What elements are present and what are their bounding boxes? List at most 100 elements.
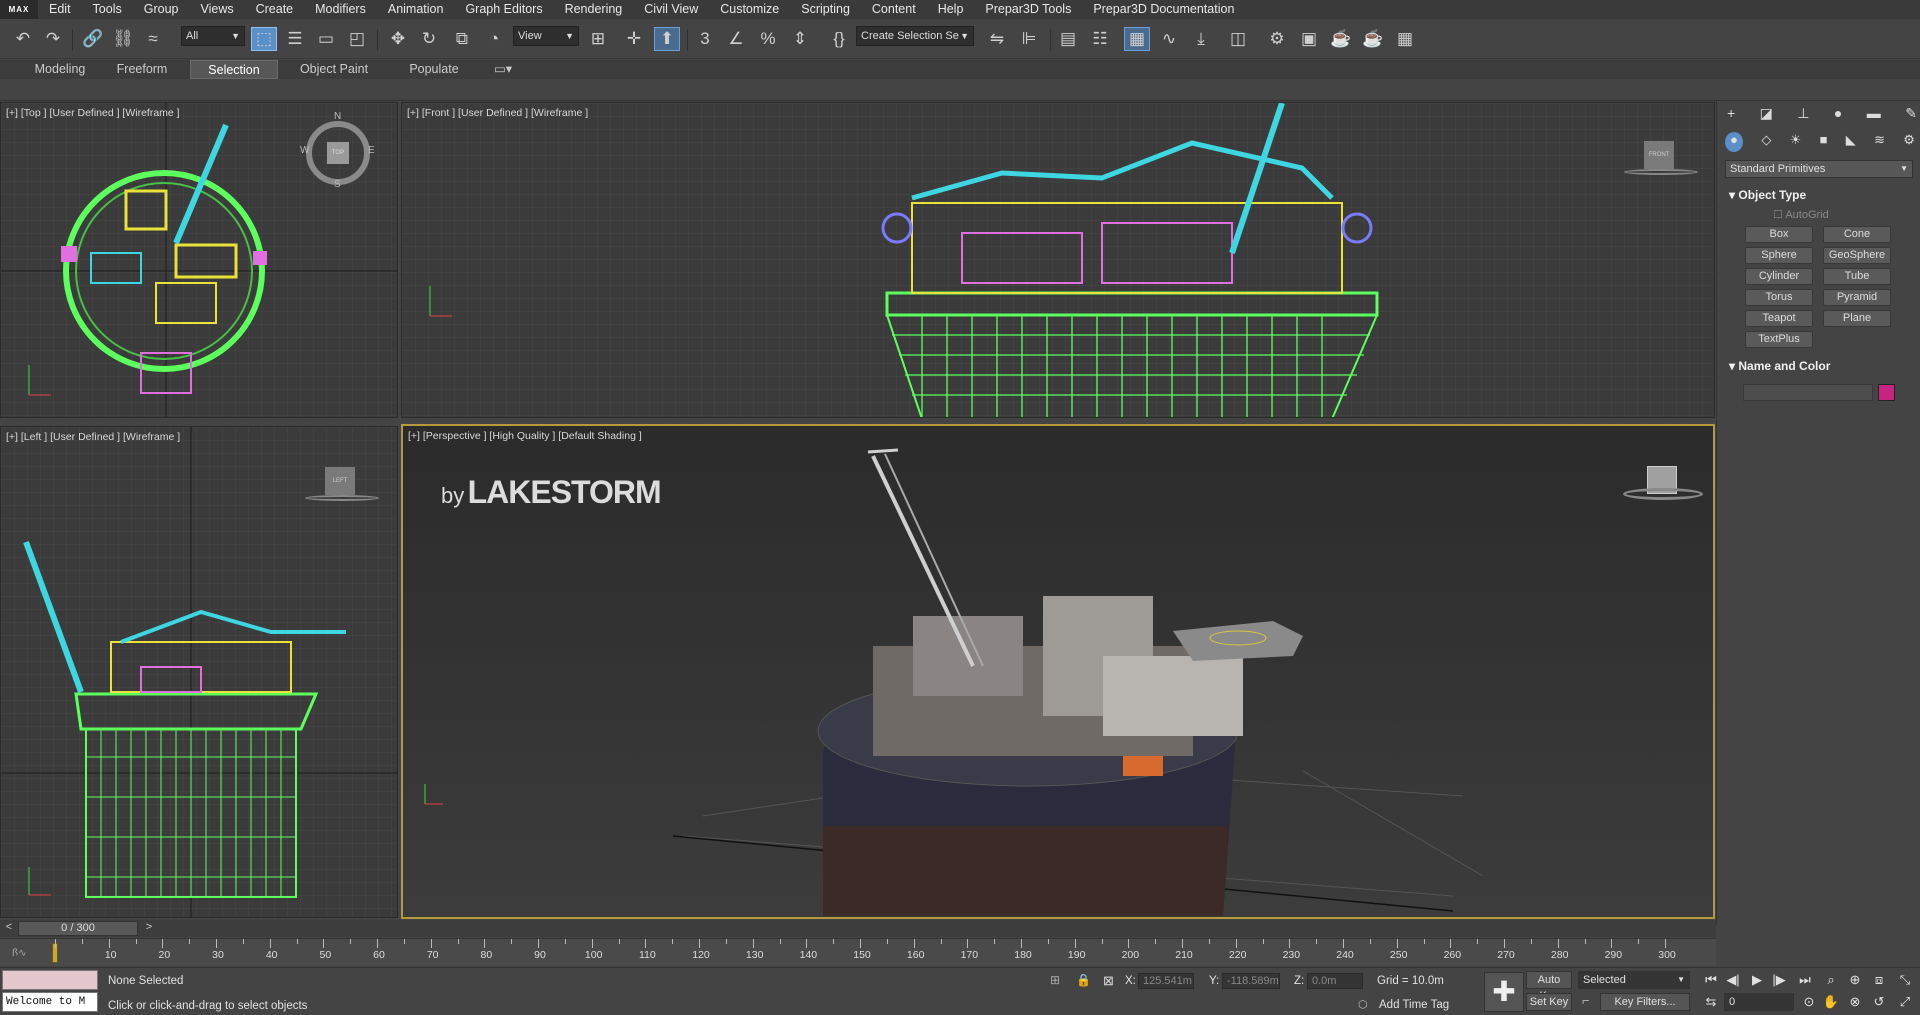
move-icon[interactable]: ✥ <box>385 27 411 51</box>
tab-selection[interactable]: Selection <box>190 60 278 79</box>
angle-snap-icon[interactable]: ∠ <box>723 27 749 51</box>
play-icon[interactable]: ▶ <box>1748 971 1766 989</box>
auto-key-button[interactable]: Auto Key <box>1526 971 1572 1002</box>
scene-explorer-icon[interactable]: ▤ <box>1055 27 1081 51</box>
keyboard-shortcut-override-icon[interactable]: ⬆ <box>654 27 680 51</box>
select-by-name-icon[interactable]: ☰ <box>282 27 308 51</box>
viewport-label-front[interactable]: [+] [Front ] [User Defined ] [Wireframe … <box>407 107 588 119</box>
percent-snap-icon[interactable]: % <box>755 27 781 51</box>
plane-button[interactable]: Plane <box>1823 310 1891 327</box>
lights-icon[interactable]: ☀ <box>1790 132 1802 152</box>
previous-frame-icon[interactable]: ◀| <box>1724 971 1742 989</box>
render-production-icon[interactable]: ☕ <box>1328 27 1354 51</box>
menu-create[interactable]: Create <box>245 0 305 19</box>
undo-icon[interactable]: ↶ <box>10 27 36 51</box>
box-button[interactable]: Box <box>1745 226 1813 243</box>
cameras-icon[interactable]: ■ <box>1820 132 1828 152</box>
menu-prepar3d-tools[interactable]: Prepar3D Tools <box>974 0 1082 19</box>
time-slider-thumb[interactable]: 0 / 300 <box>18 921 138 936</box>
spacewarps-icon[interactable]: ≋ <box>1874 132 1885 152</box>
menu-animation[interactable]: Animation <box>377 0 455 19</box>
key-selection-dropdown[interactable]: Selected ▼ <box>1578 971 1690 989</box>
align-icon[interactable]: ⊫ <box>1016 27 1042 51</box>
viewport-label-top[interactable]: [+] [Top ] [User Defined ] [Wireframe ] <box>6 107 180 119</box>
viewport-left[interactable]: [+] [Left ] [User Defined ] [Wireframe ]… <box>0 426 398 918</box>
maximize-viewport-icon[interactable]: ⤢ <box>1896 993 1914 1011</box>
menu-help[interactable]: Help <box>927 0 975 19</box>
menu-modifiers[interactable]: Modifiers <box>304 0 377 19</box>
object-type-rollout[interactable]: ▾ Object Type <box>1729 188 1806 202</box>
menu-tools[interactable]: Tools <box>82 0 133 19</box>
cylinder-button[interactable]: Cylinder <box>1745 268 1813 285</box>
rotate-icon[interactable]: ↻ <box>416 27 442 51</box>
helpers-icon[interactable]: ◣ <box>1846 132 1856 152</box>
select-manipulate-icon[interactable]: ✛ <box>621 27 647 51</box>
hierarchy-tab-icon[interactable]: ⊥ <box>1797 105 1809 125</box>
go-to-end-icon[interactable]: ⏭ <box>1796 971 1814 989</box>
name-and-color-rollout[interactable]: ▾ Name and Color <box>1729 359 1830 373</box>
pivot-center-icon[interactable]: ⊞ <box>585 27 611 51</box>
time-slider[interactable]: < 0 / 300 > <box>0 920 1716 937</box>
key-mode-toggle-icon[interactable]: ⇆ <box>1702 993 1720 1011</box>
set-key-button[interactable]: Set Key <box>1526 993 1572 1011</box>
timeline-track[interactable]: ꟗ∿ 10 20 30 40 50 60 70 80 90 100 110 120 130 140 150 1… <box>0 938 1716 966</box>
current-frame-field[interactable]: 0 <box>1724 993 1794 1011</box>
render-shortcuts-icon[interactable]: ▦ <box>1392 27 1418 51</box>
tab-object-paint[interactable]: Object Paint <box>290 60 378 79</box>
absolute-mode-icon[interactable]: ⊠ <box>1103 973 1114 989</box>
sphere-button[interactable]: Sphere <box>1745 247 1813 264</box>
utilities-tab-icon[interactable]: ✎ <box>1905 105 1917 125</box>
select-object-icon[interactable]: ⬚ <box>251 27 277 51</box>
snaps-toggle-icon[interactable]: 3 <box>692 27 718 51</box>
redo-icon[interactable]: ↷ <box>40 27 66 51</box>
menu-prepar3d-documentation[interactable]: Prepar3D Documentation <box>1082 0 1245 19</box>
category-dropdown[interactable]: Standard Primitives ▼ <box>1725 160 1913 178</box>
menu-civil-view[interactable]: Civil View <box>633 0 709 19</box>
autogrid-checkbox[interactable]: ☐ AutoGrid <box>1773 208 1829 221</box>
named-selection-set-dropdown[interactable]: Create Selection Se ▼ <box>856 26 974 46</box>
zoom-extents-icon[interactable]: ⧈ <box>1870 971 1888 989</box>
zoom-extents-all-icon[interactable]: ⤡ <box>1896 971 1914 989</box>
tab-freeform[interactable]: Freeform <box>106 60 178 79</box>
viewport-top[interactable]: [+] [Top ] [User Defined ] [Wireframe ] … <box>0 102 398 418</box>
selection-lock-icon[interactable]: 🔒 <box>1076 973 1091 987</box>
viewport-front[interactable]: [+] [Front ] [User Defined ] [Wireframe … <box>401 102 1715 418</box>
maxscript-listener-output[interactable] <box>2 970 98 990</box>
walk-through-icon[interactable]: ⊗ <box>1846 993 1864 1011</box>
display-tab-icon[interactable]: ▬ <box>1867 105 1881 125</box>
geosphere-button[interactable]: GeoSphere <box>1823 247 1891 264</box>
modify-tab-icon[interactable]: ◪ <box>1760 105 1773 125</box>
menu-scripting[interactable]: Scripting <box>790 0 861 19</box>
object-color-swatch[interactable] <box>1878 384 1895 401</box>
curve-editor-icon[interactable]: ∿ <box>1156 27 1182 51</box>
viewport-label-perspective[interactable]: [+] [Perspective ] [High Quality ] [Defa… <box>408 430 642 442</box>
rect-selection-region-icon[interactable]: ▭ <box>313 27 339 51</box>
zoom-icon[interactable]: ⌕ <box>1822 971 1840 989</box>
create-tab-icon[interactable]: + <box>1727 105 1735 125</box>
menu-views[interactable]: Views <box>189 0 244 19</box>
next-frame-arrow-icon[interactable]: > <box>142 921 156 935</box>
motion-tab-icon[interactable]: ● <box>1834 105 1842 125</box>
menu-customize[interactable]: Customize <box>709 0 790 19</box>
pyramid-button[interactable]: Pyramid <box>1823 289 1891 306</box>
key-filters-button[interactable]: Key Filters... <box>1600 993 1690 1011</box>
viewport-label-left[interactable]: [+] [Left ] [User Defined ] [Wireframe ] <box>6 431 180 443</box>
maxscript-mini-listener[interactable]: Welcome to M <box>2 992 98 1012</box>
selection-filter-dropdown[interactable]: All ▼ <box>181 26 245 46</box>
ribbon-options-icon[interactable]: ▭▾ <box>488 60 518 79</box>
key-tangent-icon[interactable]: ⌐ <box>1582 993 1590 1008</box>
material-editor-icon[interactable]: ◫ <box>1225 27 1251 51</box>
menu-edit[interactable]: Edit <box>38 0 82 19</box>
systems-icon[interactable]: ⚙ <box>1903 132 1915 152</box>
mirror-icon[interactable]: ⇋ <box>984 27 1010 51</box>
zoom-all-icon[interactable]: ⊕ <box>1846 971 1864 989</box>
viewcube-perspective-icon[interactable] <box>1623 466 1703 502</box>
viewcube-top-icon[interactable]: TOP <box>327 142 349 164</box>
set-key-big-icon[interactable]: ✚ <box>1484 972 1524 1012</box>
cone-button[interactable]: Cone <box>1823 226 1891 243</box>
tube-button[interactable]: Tube <box>1823 268 1891 285</box>
y-coordinate-field[interactable]: -118.589m <box>1222 973 1280 989</box>
scale-icon[interactable]: ⧉ <box>449 27 475 51</box>
torus-button[interactable]: Torus <box>1745 289 1813 306</box>
reference-coordinate-dropdown[interactable]: View ▼ <box>513 26 579 46</box>
